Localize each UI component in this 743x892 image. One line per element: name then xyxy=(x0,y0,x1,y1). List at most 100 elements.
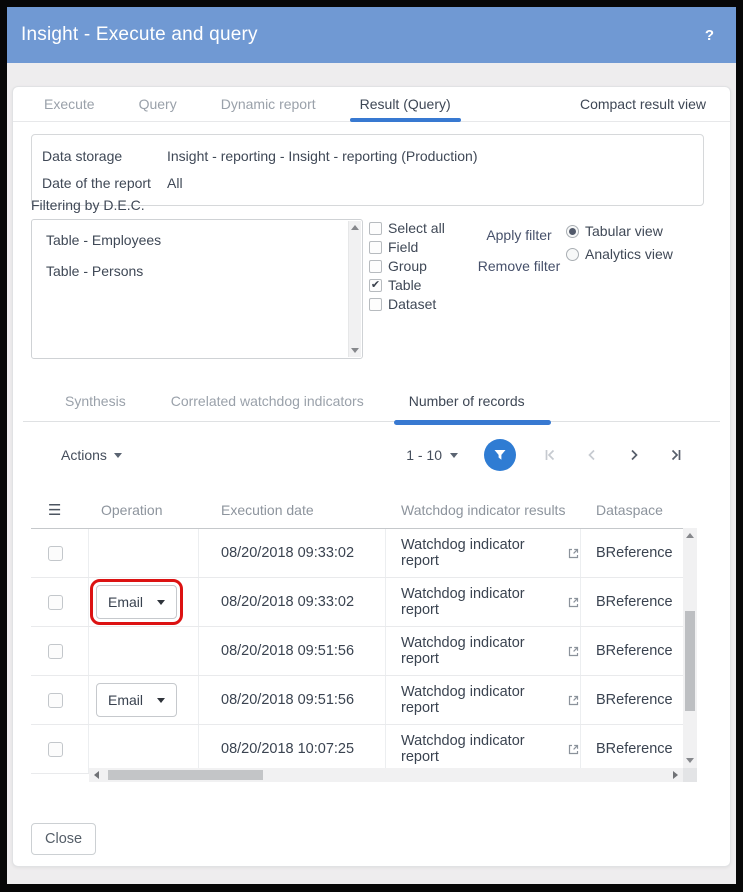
checkbox-label: Group xyxy=(388,258,427,274)
checkbox-box xyxy=(369,298,382,311)
table-row: 08/20/2018 09:33:02 Watchdog indicator re… xyxy=(31,529,697,578)
table-row: Email 08/20/2018 09:33:02 Watchdog indicat… xyxy=(31,578,697,627)
checkbox-table[interactable]: ✔ Table xyxy=(369,277,445,293)
dialog-titlebar: Insight - Execute and query ? xyxy=(7,7,736,63)
operation-select[interactable]: Email xyxy=(96,683,177,717)
results-table: ☰OperationExecution dateWatchdog indicat… xyxy=(31,491,697,774)
column-header-watchdog-indicator-results: Watchdog indicator results xyxy=(386,491,581,528)
row-checkbox[interactable] xyxy=(48,693,63,708)
next-page-icon[interactable] xyxy=(626,447,642,463)
filter-button[interactable] xyxy=(484,439,516,471)
checkbox-label: Dataset xyxy=(388,296,436,312)
execution-date-cell: 08/20/2018 09:33:02 xyxy=(199,578,386,626)
vertical-scroll-thumb[interactable] xyxy=(685,611,695,711)
checkbox-box: ✔ xyxy=(369,279,382,292)
checkbox-label: Table xyxy=(388,277,421,293)
row-checkbox[interactable] xyxy=(48,595,63,610)
main-tabs: Execute Query Dynamic report Result (Query) xyxy=(34,87,461,121)
view-mode-radios: Tabular view Analytics view xyxy=(566,223,673,262)
row-checkbox[interactable] xyxy=(48,742,63,757)
watchdog-report-link[interactable]: Watchdog indicator report xyxy=(401,733,558,765)
watchdog-report-link[interactable]: Watchdog indicator report xyxy=(401,537,558,569)
dec-type-checkboxes: Select all Field Group ✔ Table Dataset xyxy=(369,220,445,312)
operation-select[interactable]: Email xyxy=(96,585,177,619)
info-value: Insight - reporting - Insight - reportin… xyxy=(167,143,477,170)
scroll-down-icon[interactable] xyxy=(351,348,359,353)
tab-correlated-watchdog-indicators[interactable]: Correlated watchdog indicators xyxy=(161,384,374,422)
checkbox-group[interactable]: Group xyxy=(369,258,445,274)
watchdog-report-link[interactable]: Watchdog indicator report xyxy=(401,635,558,667)
main-tab-bar: Execute Query Dynamic report Result (Query)… xyxy=(13,87,730,122)
column-header-operation: Operation xyxy=(89,491,199,528)
hamburger-menu-icon[interactable]: ☰ xyxy=(48,501,61,519)
column-menu-cell: ☰ xyxy=(31,491,89,528)
tab-number-of-records[interactable]: Number of records xyxy=(399,384,535,422)
table-row: 08/20/2018 09:51:56Watchdog indicator re… xyxy=(31,627,697,676)
dec-list-item[interactable]: Table - Employees xyxy=(46,232,348,248)
radio-label: Analytics view xyxy=(585,246,673,262)
column-header-execution-date: Execution date xyxy=(199,491,386,528)
radio-circle-icon xyxy=(566,225,579,238)
actions-dropdown[interactable]: Actions xyxy=(61,447,122,463)
radio-circle-icon xyxy=(566,248,579,261)
scroll-up-icon[interactable] xyxy=(686,533,694,538)
checkbox-dataset[interactable]: Dataset xyxy=(369,296,445,312)
operation-value: Email xyxy=(108,692,143,708)
checkbox-box xyxy=(369,222,382,235)
row-select-cell xyxy=(31,725,89,773)
last-page-icon[interactable] xyxy=(668,447,684,463)
scroll-up-icon[interactable] xyxy=(351,225,359,230)
dec-listbox[interactable]: Table - Employees Table - Persons xyxy=(31,219,363,359)
compact-result-view-link[interactable]: Compact result view xyxy=(580,96,730,112)
row-select-cell xyxy=(31,529,89,577)
info-label: Data storage xyxy=(42,143,167,170)
pagination-group: 1 - 10 xyxy=(406,439,684,471)
external-link-icon xyxy=(567,743,580,756)
radio-label: Tabular view xyxy=(585,223,663,239)
dropdown-caret-icon xyxy=(157,600,165,605)
help-icon[interactable]: ? xyxy=(705,27,714,44)
close-button[interactable]: Close xyxy=(31,823,96,855)
checkbox-label: Select all xyxy=(388,220,445,236)
watchdog-report-link[interactable]: Watchdog indicator report xyxy=(401,586,558,618)
radio-analytics-view[interactable]: Analytics view xyxy=(566,246,673,262)
execution-date-cell: 08/20/2018 09:51:56 xyxy=(199,676,386,724)
execution-date-cell: 08/20/2018 09:33:02 xyxy=(199,529,386,577)
dialog-window: Insight - Execute and query ? Execute Que… xyxy=(7,7,736,884)
tab-synthesis[interactable]: Synthesis xyxy=(55,384,136,422)
horizontal-scroll-thumb[interactable] xyxy=(108,770,263,780)
info-value: All xyxy=(167,170,183,197)
operation-cell xyxy=(89,725,199,773)
watchdog-report-link[interactable]: Watchdog indicator report xyxy=(401,684,558,716)
table-body: 08/20/2018 09:33:02 Watchdog indicator re… xyxy=(31,529,697,774)
external-link-icon xyxy=(567,645,580,658)
checkbox-box xyxy=(369,260,382,273)
watchdog-cell: Watchdog indicator report xyxy=(386,578,581,626)
table-horizontal-scrollbar[interactable] xyxy=(89,768,683,782)
table-row: Email 08/20/2018 09:51:56 Watchdog indicat… xyxy=(31,676,697,725)
dec-list: Table - Employees Table - Persons xyxy=(32,220,362,306)
page-range-label: 1 - 10 xyxy=(406,447,442,463)
row-select-cell xyxy=(31,627,89,675)
checkbox-field[interactable]: Field xyxy=(369,239,445,255)
checkbox-select-all[interactable]: Select all xyxy=(369,220,445,236)
radio-tabular-view[interactable]: Tabular view xyxy=(566,223,673,239)
row-checkbox[interactable] xyxy=(48,644,63,659)
dropdown-caret-icon xyxy=(157,698,165,703)
table-vertical-scrollbar[interactable] xyxy=(683,528,697,768)
remove-filter-link[interactable]: Remove filter xyxy=(478,258,560,274)
column-header-dataspace: Dataspace xyxy=(581,491,683,528)
first-page-icon xyxy=(542,447,558,463)
tab-result-query[interactable]: Result (Query) xyxy=(350,87,461,121)
dec-listbox-scrollbar[interactable] xyxy=(348,221,361,357)
dec-list-item[interactable]: Table - Persons xyxy=(46,263,348,279)
tab-query[interactable]: Query xyxy=(129,87,187,121)
scroll-right-icon[interactable] xyxy=(673,771,678,779)
tab-execute[interactable]: Execute xyxy=(34,87,105,121)
scroll-left-icon[interactable] xyxy=(94,771,99,779)
row-checkbox[interactable] xyxy=(48,546,63,561)
tab-dynamic-report[interactable]: Dynamic report xyxy=(211,87,326,121)
scroll-down-icon[interactable] xyxy=(686,758,694,763)
page-range-dropdown[interactable]: 1 - 10 xyxy=(406,447,458,463)
apply-filter-link[interactable]: Apply filter xyxy=(486,227,551,243)
